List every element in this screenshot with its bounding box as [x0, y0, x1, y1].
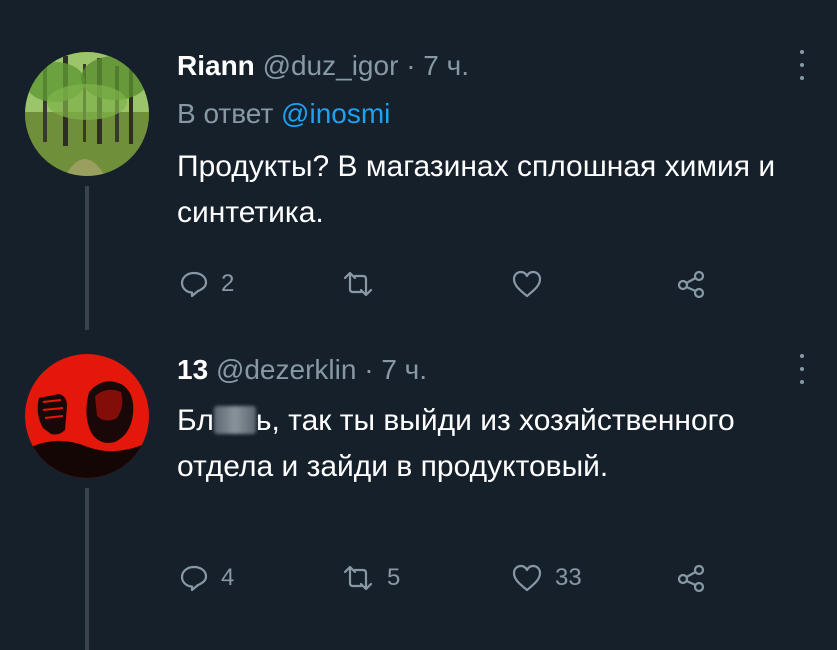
reply-icon — [180, 271, 208, 298]
dot-icon — [800, 76, 804, 80]
tweet-1[interactable]: Riann @duz_igor · 7 ч. В ответ @inosmi П… — [0, 0, 837, 330]
text-start: Бл — [177, 404, 214, 437]
retweet-button[interactable]: 5 — [341, 558, 400, 598]
avatar[interactable] — [25, 354, 149, 478]
user-handle[interactable]: @duz_igor — [263, 50, 399, 81]
dot-icon — [800, 63, 804, 67]
share-icon — [677, 270, 705, 299]
share-button[interactable] — [675, 264, 707, 304]
reply-button[interactable]: 4 — [179, 558, 234, 598]
reply-context: В ответ @inosmi — [177, 98, 390, 130]
text-rest: ь, так ты выйди из хозяйственного отдела… — [177, 404, 735, 483]
tweet-header: Riann @duz_igor · 7 ч. — [177, 50, 469, 82]
censored-blur — [213, 406, 256, 434]
display-name[interactable]: 13 — [177, 354, 208, 385]
dot-icon — [800, 354, 804, 358]
separator: · — [364, 354, 374, 385]
reply-button[interactable]: 2 — [179, 264, 234, 304]
retweet-count: 5 — [387, 564, 401, 591]
reply-count: 4 — [221, 564, 235, 591]
display-name[interactable]: Riann — [177, 50, 255, 81]
retweet-icon — [343, 271, 373, 297]
separator: · — [406, 50, 416, 81]
retweet-button[interactable] — [341, 264, 387, 304]
forest-photo-icon — [25, 52, 149, 176]
user-handle[interactable]: @dezerklin — [216, 354, 356, 385]
like-button[interactable]: 33 — [511, 558, 582, 598]
heart-icon — [512, 270, 542, 298]
reply-prefix: В ответ — [177, 98, 274, 129]
more-options-icon[interactable] — [797, 50, 807, 80]
tweet-header: 13 @dezerklin · 7 ч. — [177, 354, 427, 386]
dot-icon — [800, 380, 804, 384]
tweet-text: Бл ь, так ты выйди из хозяйственного отде… — [177, 398, 797, 490]
heart-icon — [512, 564, 542, 592]
reply-count: 2 — [221, 270, 235, 297]
thread-line — [85, 488, 89, 650]
like-count: 33 — [555, 564, 582, 591]
red-fist-poster-icon — [25, 354, 149, 478]
more-options-icon[interactable] — [797, 354, 807, 384]
timestamp[interactable]: 7 ч. — [423, 50, 469, 81]
reply-mention-link[interactable]: @inosmi — [281, 98, 390, 129]
retweet-icon — [343, 565, 373, 591]
dot-icon — [800, 50, 804, 54]
reply-icon — [180, 565, 208, 592]
thread-line — [85, 186, 89, 330]
tweet-text: Продукты? В магазинах сплошная химия и с… — [177, 150, 776, 229]
share-icon — [677, 564, 705, 593]
like-button[interactable] — [511, 264, 555, 304]
dot-icon — [800, 367, 804, 371]
share-button[interactable] — [675, 558, 707, 598]
tweet-actions: 4 5 33 — [177, 558, 737, 598]
tweet-2[interactable]: 13 @dezerklin · 7 ч. Бл ь, так ты выйди и… — [0, 330, 837, 650]
timestamp[interactable]: 7 ч. — [381, 354, 427, 385]
avatar[interactable] — [25, 52, 149, 176]
tweet-actions: 2 — [177, 264, 737, 304]
